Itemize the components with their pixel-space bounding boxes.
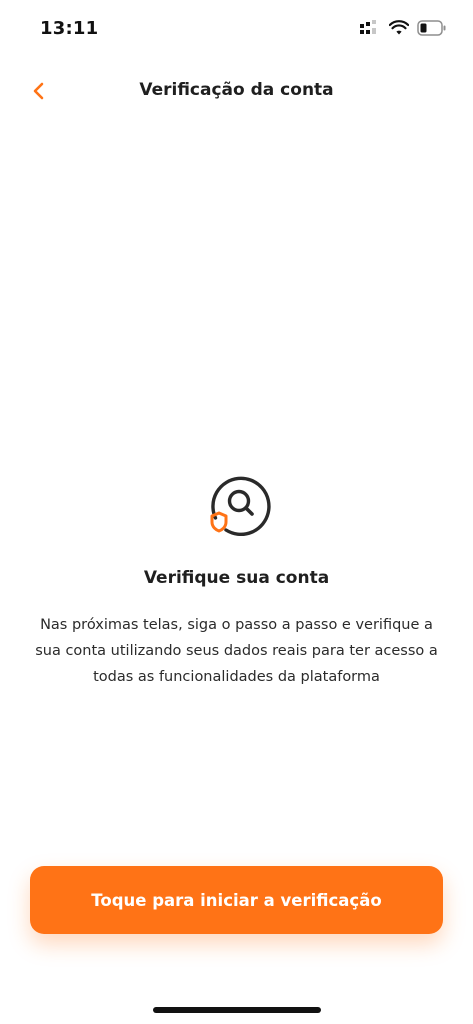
home-indicator[interactable] (153, 1007, 321, 1013)
wifi-icon (389, 20, 409, 35)
status-bar: 13:11 (0, 0, 473, 58)
verify-section: Verifique sua conta Nas próximas telas, … (0, 470, 473, 690)
battery-icon (417, 20, 446, 36)
verify-title: Verifique sua conta (143, 568, 330, 588)
header: Verificação da conta (0, 70, 473, 114)
shield-search-icon (210, 476, 271, 536)
start-verification-button[interactable]: Toque para iniciar a verificação (30, 866, 443, 934)
page-title: Verificação da conta (139, 80, 334, 100)
status-icons (359, 20, 447, 36)
status-time: 13:11 (40, 18, 99, 39)
verify-description: Nas próximas telas, siga o passo a passo… (35, 617, 438, 685)
signal-icon (360, 20, 376, 34)
